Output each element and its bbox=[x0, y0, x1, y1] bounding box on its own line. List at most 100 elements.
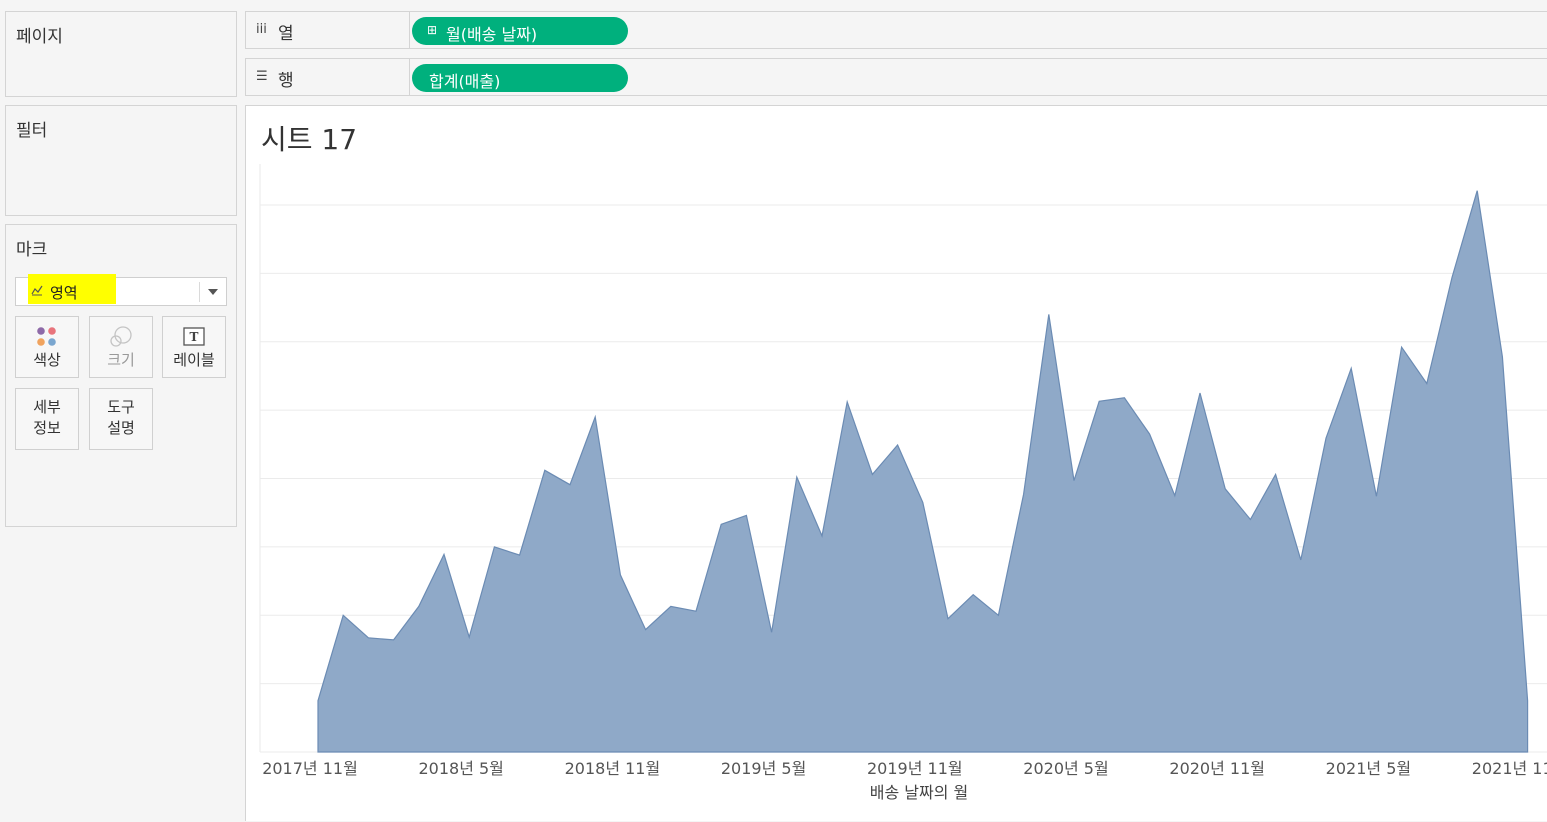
data-point[interactable] bbox=[593, 415, 597, 419]
area-series[interactable] bbox=[317, 190, 1529, 753]
marks-card-title: 마크 bbox=[16, 240, 48, 260]
x-tick-label: 2019년 5월 bbox=[721, 759, 806, 778]
x-tick-label: 2020년 11월 bbox=[1169, 759, 1265, 778]
data-point[interactable] bbox=[1425, 382, 1429, 386]
pages-card-title: 페이지 bbox=[16, 27, 63, 47]
x-tick-label: 2021년 5월 bbox=[1326, 759, 1411, 778]
columns-icon: iii bbox=[256, 22, 267, 37]
data-point[interactable] bbox=[366, 636, 370, 640]
data-point[interactable] bbox=[795, 475, 799, 479]
size-button-label: 크기 bbox=[107, 351, 135, 369]
data-point[interactable] bbox=[770, 630, 774, 634]
data-point[interactable] bbox=[518, 553, 522, 557]
data-point[interactable] bbox=[1022, 492, 1026, 496]
columns-pill[interactable]: ⊞ 월(배송 날짜) bbox=[412, 17, 628, 45]
data-point[interactable] bbox=[442, 552, 446, 556]
data-point[interactable] bbox=[845, 400, 849, 404]
text-label-icon: T bbox=[183, 327, 205, 346]
data-point[interactable] bbox=[1500, 355, 1504, 359]
data-point[interactable] bbox=[896, 443, 900, 447]
data-point[interactable] bbox=[1400, 345, 1404, 349]
filters-card[interactable]: 필터 bbox=[5, 105, 237, 216]
data-point[interactable] bbox=[694, 609, 698, 613]
rows-pill[interactable]: 합계(매출) bbox=[412, 64, 628, 92]
svg-text:T: T bbox=[190, 330, 199, 344]
data-point[interactable] bbox=[1450, 276, 1454, 280]
view-area[interactable]: 2017년 11월 2018년 5월 2018년 11월 2019년 5월 2019년 … bbox=[245, 105, 1547, 821]
data-point[interactable] bbox=[618, 573, 622, 577]
expand-plus-icon[interactable]: ⊞ bbox=[427, 23, 437, 37]
columns-pill-label: 월(배송 날짜) bbox=[446, 25, 538, 44]
color-palette-icon bbox=[37, 327, 56, 346]
data-point[interactable] bbox=[1047, 312, 1051, 316]
area-chart[interactable]: 2017년 11월 2018년 5월 2018년 11월 2019년 5월 2019년 … bbox=[246, 106, 1547, 822]
size-button[interactable]: 크기 bbox=[89, 316, 153, 378]
data-point[interactable] bbox=[744, 513, 748, 517]
data-point[interactable] bbox=[644, 628, 648, 632]
data-point[interactable] bbox=[1248, 518, 1252, 522]
data-point[interactable] bbox=[492, 545, 496, 549]
data-point[interactable] bbox=[669, 604, 673, 608]
data-point[interactable] bbox=[719, 522, 723, 526]
x-tick-label: 2017년 11월 bbox=[262, 759, 358, 778]
label-button[interactable]: T 레이블 bbox=[162, 316, 226, 378]
data-point[interactable] bbox=[1324, 436, 1328, 440]
data-point[interactable] bbox=[1299, 558, 1303, 562]
tooltip-button-line2: 설명 bbox=[107, 419, 135, 437]
data-point[interactable] bbox=[1475, 189, 1479, 193]
data-point[interactable] bbox=[543, 468, 547, 472]
x-tick-label: 2021년 11월 bbox=[1472, 759, 1547, 778]
x-axis-title: 배송 날짜의 월 bbox=[870, 783, 969, 802]
tooltip-button[interactable]: 도구 설명 bbox=[89, 388, 153, 450]
x-tick-label: 2018년 5월 bbox=[418, 759, 503, 778]
data-point[interactable] bbox=[1198, 391, 1202, 395]
data-point[interactable] bbox=[1349, 366, 1353, 370]
data-point[interactable] bbox=[1274, 472, 1278, 476]
data-point[interactable] bbox=[1526, 699, 1530, 703]
rows-icon: ☰ bbox=[256, 69, 268, 84]
data-point[interactable] bbox=[1072, 479, 1076, 483]
filters-card-title: 필터 bbox=[16, 121, 48, 141]
data-point[interactable] bbox=[467, 635, 471, 639]
data-point[interactable] bbox=[996, 613, 1000, 617]
size-circles-icon bbox=[110, 326, 132, 347]
tooltip-button-line1: 도구 bbox=[107, 398, 135, 416]
data-point[interactable] bbox=[316, 699, 320, 703]
data-point[interactable] bbox=[921, 500, 925, 504]
area-mark-icon bbox=[31, 285, 43, 296]
x-tick-label: 2019년 11월 bbox=[867, 759, 963, 778]
color-button[interactable]: 색상 bbox=[15, 316, 79, 378]
rows-pill-label: 합계(매출) bbox=[429, 72, 501, 91]
data-point[interactable] bbox=[1148, 432, 1152, 436]
data-point[interactable] bbox=[1122, 396, 1126, 400]
x-tick-label: 2020년 5월 bbox=[1023, 759, 1108, 778]
pages-card[interactable]: 페이지 bbox=[5, 11, 237, 97]
data-point[interactable] bbox=[392, 638, 396, 642]
sheet-title: 시트 17 bbox=[261, 123, 358, 156]
data-point[interactable] bbox=[971, 593, 975, 597]
columns-shelf-label: 열 bbox=[278, 24, 294, 44]
detail-button[interactable]: 세부 정보 bbox=[15, 388, 79, 450]
detail-button-line1: 세부 bbox=[33, 398, 61, 416]
label-button-label: 레이블 bbox=[173, 351, 215, 369]
data-point[interactable] bbox=[946, 617, 950, 621]
data-point[interactable] bbox=[341, 613, 345, 617]
x-tick-label: 2018년 11월 bbox=[565, 759, 661, 778]
detail-button-line2: 정보 bbox=[33, 419, 61, 437]
mark-type-dropdown[interactable]: 영역 bbox=[15, 274, 227, 306]
columns-shelf[interactable]: iii 열 ⊞ 월(배송 날짜) bbox=[245, 11, 1547, 49]
marks-card: 마크 영역 색상 크기 T 레이블 세부 정보 도구 설명 bbox=[5, 224, 237, 527]
data-point[interactable] bbox=[1374, 494, 1378, 498]
data-point[interactable] bbox=[870, 472, 874, 476]
rows-shelf-label: 행 bbox=[278, 71, 294, 91]
mark-type-label: 영역 bbox=[50, 284, 78, 302]
rows-shelf[interactable]: ☰ 행 합계(매출) bbox=[245, 58, 1547, 96]
data-point[interactable] bbox=[1097, 399, 1101, 403]
data-point[interactable] bbox=[1173, 494, 1177, 498]
data-point[interactable] bbox=[417, 604, 421, 608]
color-button-label: 색상 bbox=[33, 351, 61, 369]
data-point[interactable] bbox=[1223, 487, 1227, 491]
chevron-down-icon[interactable] bbox=[208, 289, 218, 295]
data-point[interactable] bbox=[820, 534, 824, 538]
data-point[interactable] bbox=[568, 483, 572, 487]
